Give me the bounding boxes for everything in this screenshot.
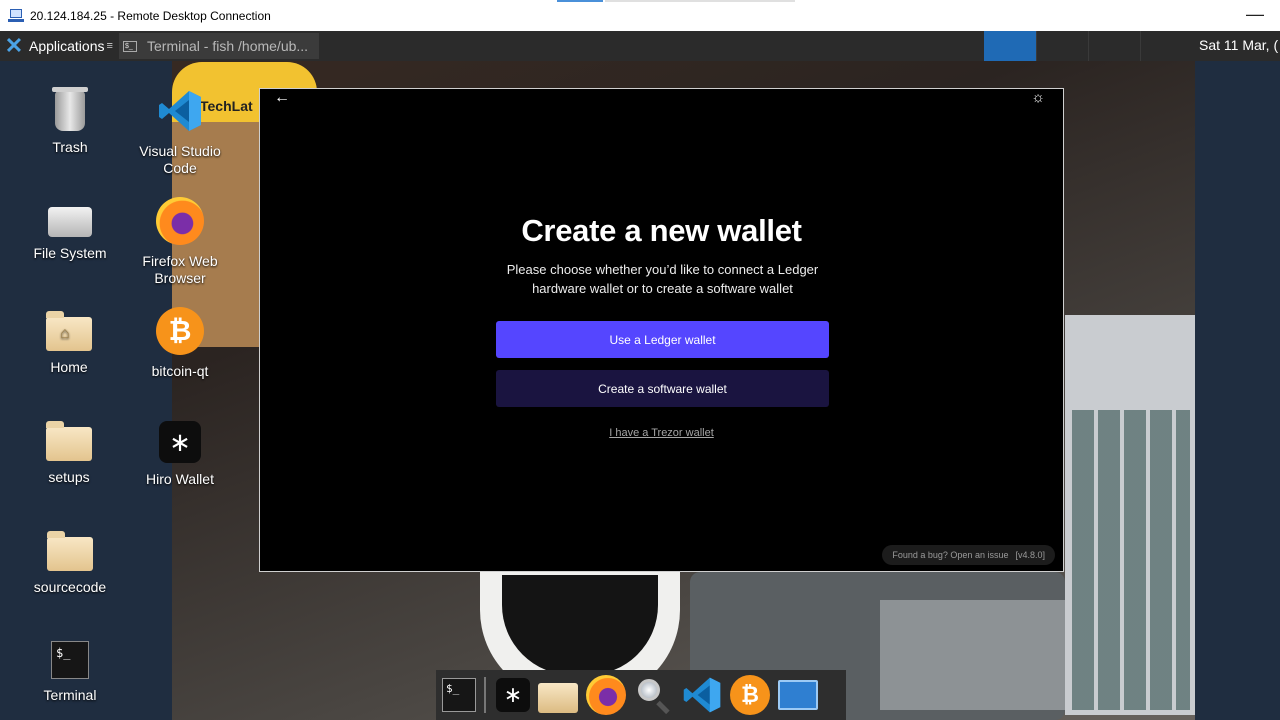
desktop-icon-vscode[interactable]: Visual Studio Code bbox=[125, 87, 235, 177]
applications-more-icon: ≡ bbox=[106, 40, 113, 52]
folder-icon bbox=[47, 531, 93, 571]
rdp-connection-bar-left bbox=[557, 0, 603, 2]
workspace-4[interactable] bbox=[1140, 31, 1193, 61]
desktop-icon-hiro-wallet[interactable]: ∗ Hiro Wallet bbox=[125, 417, 235, 488]
dock-terminal-icon[interactable]: $_ bbox=[442, 678, 476, 712]
version-label: [v4.8.0] bbox=[1015, 550, 1045, 560]
desktop-right-area bbox=[1195, 31, 1280, 720]
desktop-icon-bitcoin-qt[interactable]: ₿ bitcoin-qt bbox=[125, 307, 235, 380]
dock-show-desktop-icon[interactable] bbox=[778, 680, 818, 710]
workspace-1[interactable] bbox=[984, 31, 1036, 61]
hiro-wallet-icon: ∗ bbox=[159, 421, 201, 463]
dock: $_ ∗ ₿ bbox=[436, 670, 846, 720]
page-description: Please choose whether you’d like to conn… bbox=[506, 262, 819, 296]
vscode-icon bbox=[156, 87, 204, 135]
desktop-icon-label: Home bbox=[50, 359, 88, 375]
theme-toggle-icon[interactable]: ☼ bbox=[1031, 89, 1045, 106]
desktop-icon-label: File System bbox=[33, 245, 107, 261]
trezor-wallet-link[interactable]: I have a Trezor wallet bbox=[260, 427, 1063, 439]
desktop-icon-label: sourcecode bbox=[33, 579, 107, 595]
dock-bitcoin-icon[interactable]: ₿ bbox=[730, 675, 770, 715]
desktop-icon-label: setups bbox=[48, 469, 90, 485]
desktop-icon-label: Hiro Wallet bbox=[146, 471, 214, 487]
firefox-icon bbox=[156, 197, 204, 245]
desktop-icon-filesystem[interactable]: File System bbox=[15, 197, 125, 262]
home-folder-icon: ⌂ bbox=[46, 311, 92, 351]
desktop-icon-home[interactable]: ⌂ Home bbox=[14, 307, 124, 376]
applications-menu[interactable]: ✕ Applications ≡ bbox=[0, 31, 117, 61]
dock-search-icon[interactable] bbox=[634, 675, 674, 715]
rdp-minimize-button[interactable]: — bbox=[1246, 4, 1264, 25]
bitcoin-icon: ₿ bbox=[156, 307, 204, 355]
create-software-wallet-button[interactable]: Create a software wallet bbox=[496, 370, 829, 407]
dock-hiro-wallet-icon[interactable]: ∗ bbox=[496, 678, 530, 712]
taskbar-item-label: Terminal - fish /home/ub... bbox=[147, 38, 309, 54]
desktop-icon-label: bitcoin-qt bbox=[151, 363, 209, 379]
desktop-icon-sourcecode[interactable]: sourcecode bbox=[15, 527, 125, 596]
trash-icon bbox=[52, 87, 88, 131]
back-arrow-icon[interactable]: ← bbox=[274, 89, 290, 107]
workspace-2[interactable] bbox=[1036, 31, 1089, 61]
desktop-icon-trash[interactable]: Trash bbox=[15, 87, 125, 156]
folder-icon bbox=[46, 421, 92, 461]
desktop-icon-label: Trash bbox=[52, 139, 88, 155]
desktop-icon-label: Firefox Web Browser bbox=[142, 253, 218, 286]
desktop-icon-terminal[interactable]: $_ Terminal bbox=[15, 637, 125, 704]
dock-vscode-icon[interactable] bbox=[682, 675, 722, 715]
use-ledger-wallet-button[interactable]: Use a Ledger wallet bbox=[496, 321, 829, 358]
dock-file-manager-icon[interactable] bbox=[538, 683, 578, 713]
wallpaper-keyboard bbox=[1072, 410, 1190, 710]
screen: 20.124.184.25 - Remote Desktop Connectio… bbox=[0, 0, 1280, 720]
desktop-icon-setups[interactable]: setups bbox=[14, 417, 124, 486]
report-bug-link[interactable]: Found a bug? Open an issue [v4.8.0] bbox=[882, 545, 1055, 565]
desktop-icon-label: Terminal bbox=[43, 687, 97, 703]
report-bug-label: Found a bug? Open an issue bbox=[892, 550, 1009, 560]
dock-separator bbox=[484, 677, 486, 713]
rdp-connection-bar[interactable] bbox=[605, 0, 795, 2]
terminal-icon: $_ bbox=[123, 40, 137, 52]
taskbar-item-terminal[interactable]: $_ Terminal - fish /home/ub... bbox=[119, 33, 319, 59]
rdp-title-bar: 20.124.184.25 - Remote Desktop Connectio… bbox=[0, 0, 1280, 32]
hiro-wallet-window: ← ☼ Create a new wallet Please choose wh… bbox=[259, 88, 1064, 572]
dock-firefox-icon[interactable] bbox=[586, 675, 626, 715]
hard-drive-icon bbox=[48, 207, 92, 237]
desktop-icon-firefox[interactable]: Firefox Web Browser bbox=[125, 197, 235, 287]
top-panel: ✕ Applications ≡ $_ Terminal - fish /hom… bbox=[0, 31, 1280, 61]
panel-clock[interactable]: Sat 11 Mar, ( bbox=[1199, 37, 1278, 53]
wallpaper-touchpad bbox=[880, 600, 1080, 710]
page-title: Create a new wallet bbox=[521, 213, 802, 248]
terminal-icon: $_ bbox=[51, 641, 89, 679]
workspace-3[interactable] bbox=[1088, 31, 1141, 61]
desktop-icon-label: Visual Studio Code bbox=[139, 143, 221, 176]
rdp-window-title: 20.124.184.25 - Remote Desktop Connectio… bbox=[30, 8, 271, 23]
rdp-app-icon bbox=[8, 8, 24, 23]
xfce-logo-icon: ✕ bbox=[4, 33, 24, 58]
applications-label: Applications bbox=[29, 38, 105, 54]
